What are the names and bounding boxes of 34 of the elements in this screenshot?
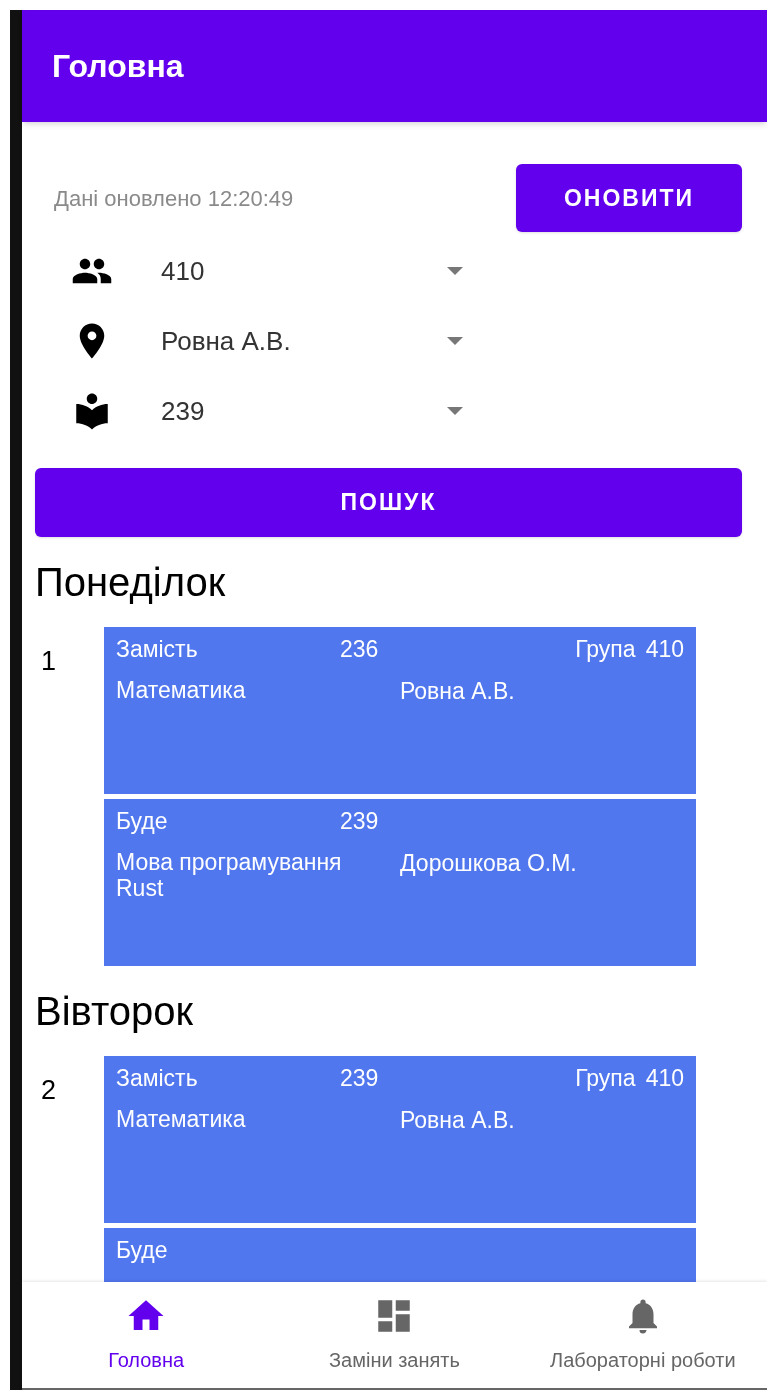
update-time: Дані оновлено 12:20:49 bbox=[54, 184, 294, 213]
nav-tab[interactable]: Лабораторні роботи bbox=[518, 1282, 767, 1388]
day-heading: Понеділок bbox=[35, 559, 227, 606]
lesson-number: 1 bbox=[40, 645, 58, 678]
search-button[interactable]: ПОШУК bbox=[35, 468, 742, 537]
dropdown-caret-icon bbox=[447, 337, 463, 345]
dropdown[interactable]: 239 bbox=[161, 383, 473, 439]
dropdown-caret-icon bbox=[447, 407, 463, 415]
day-heading: Вівторок bbox=[35, 988, 195, 1035]
group-label: Група bbox=[575, 1064, 636, 1092]
group-number: 410 bbox=[645, 635, 684, 663]
subject-name: Математика bbox=[116, 677, 247, 703]
teacher-name: Ровна А.В. bbox=[400, 1106, 515, 1134]
dropdown-caret-icon bbox=[447, 267, 463, 275]
room-number: 239 bbox=[340, 807, 379, 835]
dropdown[interactable]: Ровна А.В. bbox=[161, 313, 473, 369]
group-label: Група bbox=[575, 635, 636, 663]
lesson-number: 2 bbox=[40, 1074, 58, 1107]
entry-label: Буде bbox=[116, 1236, 169, 1264]
dropdown[interactable]: 410 bbox=[161, 243, 473, 299]
entry-label: Замість bbox=[116, 635, 199, 663]
nav-tab[interactable]: Головна bbox=[22, 1282, 271, 1388]
teacher-name: Дорошкова О.М. bbox=[400, 849, 577, 877]
refresh-button[interactable]: ОНОВИТИ bbox=[516, 164, 742, 232]
nav-tab[interactable]: Заміни занять bbox=[270, 1282, 519, 1388]
subject-name: Математика bbox=[116, 1106, 247, 1132]
app-bar-title: Головна bbox=[52, 47, 184, 86]
teacher-name: Ровна А.В. bbox=[400, 677, 515, 705]
room-number: 239 bbox=[340, 1064, 379, 1092]
entry-label: Буде bbox=[116, 807, 169, 835]
group-number: 410 bbox=[645, 1064, 684, 1092]
entry-label: Замість bbox=[116, 1064, 199, 1092]
subject-name: Мова програмування Rust bbox=[116, 849, 343, 901]
room-number: 236 bbox=[340, 635, 379, 663]
